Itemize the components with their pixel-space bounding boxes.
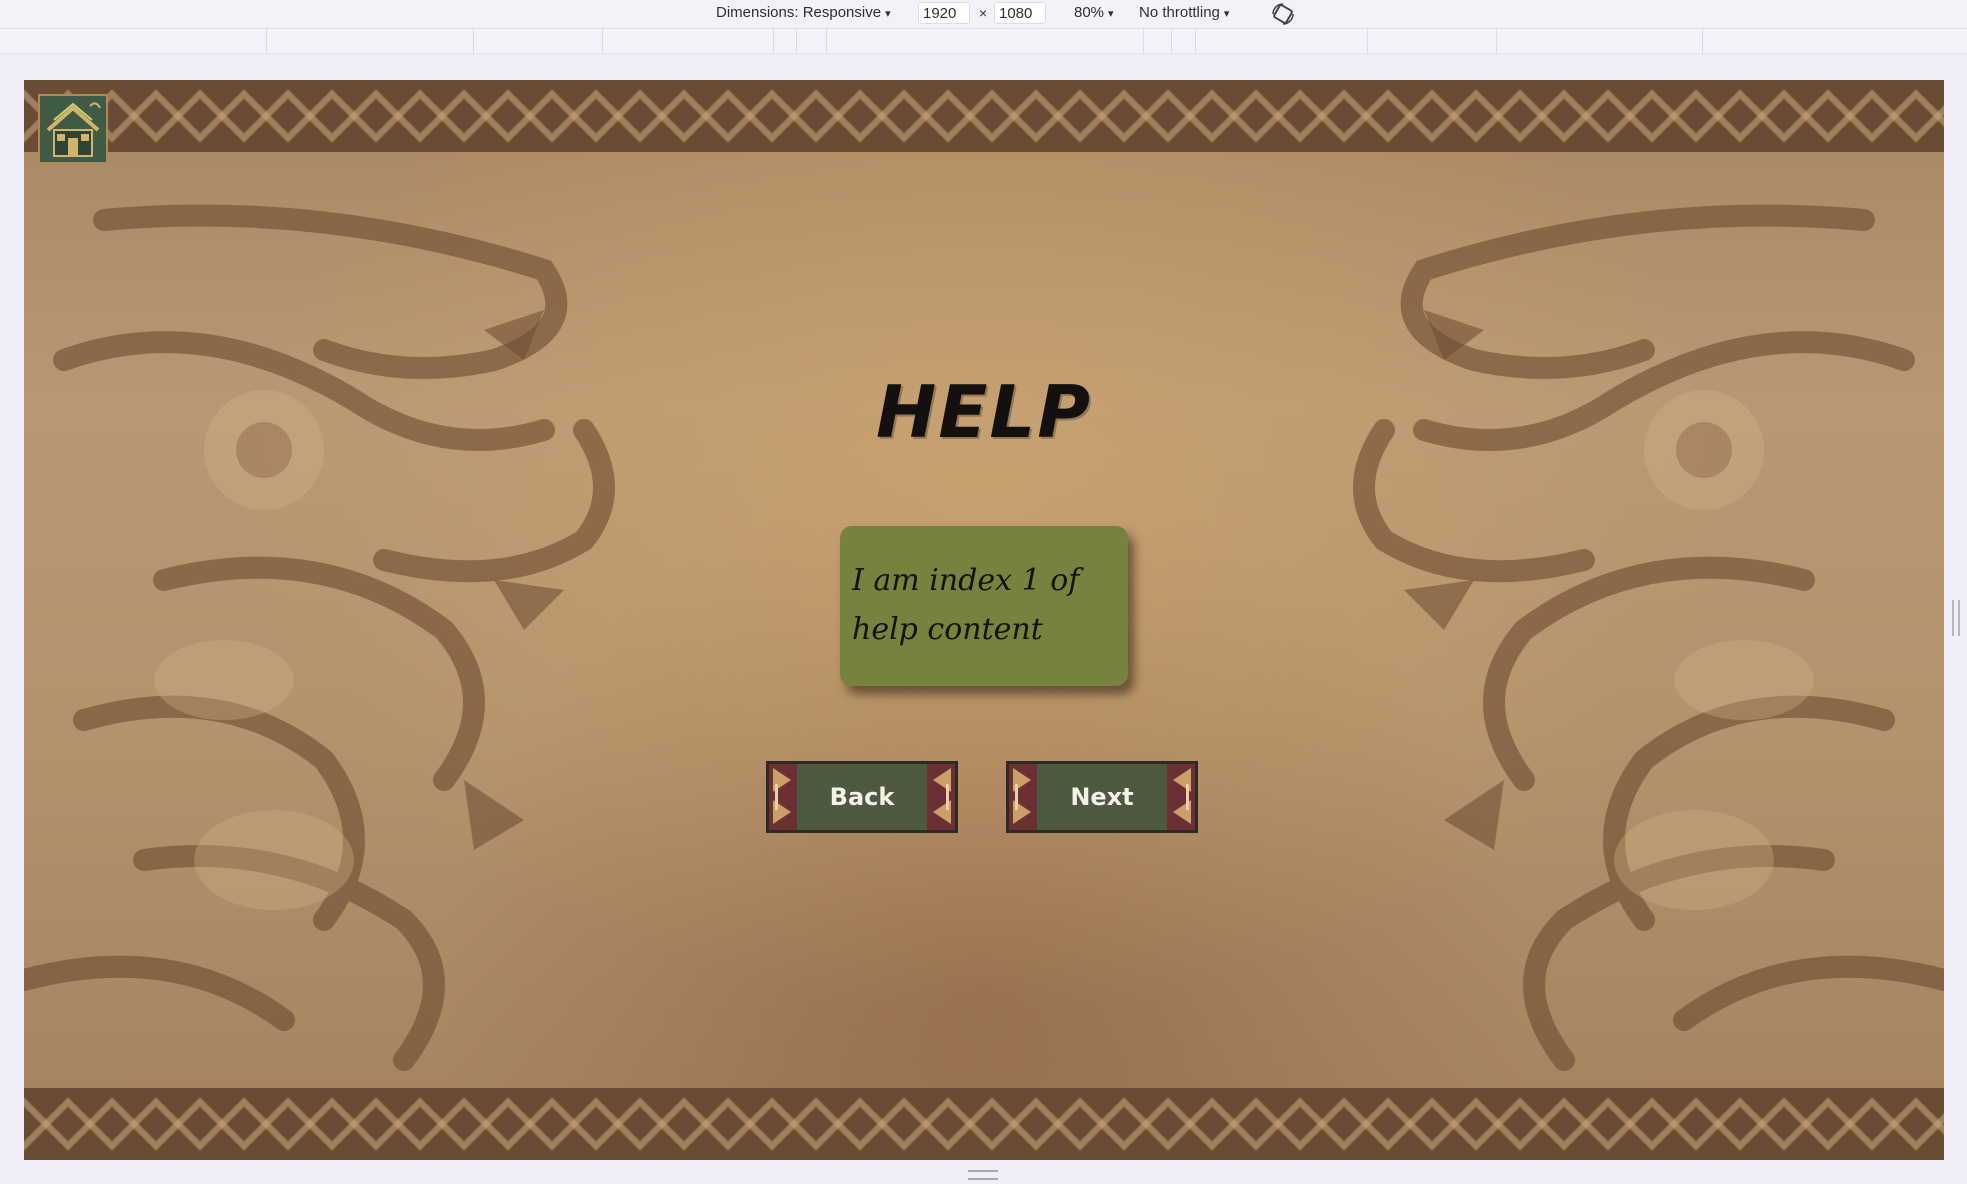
wolf-crest-left bbox=[24, 204, 615, 1071]
times-separator: × bbox=[979, 5, 988, 21]
top-zigzag-border bbox=[24, 80, 1944, 152]
devtools-toolbar: Dimensions: Responsive ▾ 1920 × 1080 80% ▾… bbox=[0, 0, 1967, 29]
resize-handle-bottom[interactable] bbox=[968, 1170, 998, 1180]
height-input[interactable]: 1080 bbox=[994, 2, 1046, 24]
rotate-icon[interactable] bbox=[1270, 1, 1296, 29]
back-button[interactable]: Back bbox=[766, 761, 958, 833]
chevron-border-icon bbox=[1167, 764, 1195, 830]
next-label: Next bbox=[1070, 783, 1134, 811]
width-input[interactable]: 1920 bbox=[918, 2, 970, 24]
throttling-dropdown[interactable]: No throttling ▾ bbox=[1139, 0, 1229, 28]
chevron-border-icon bbox=[769, 764, 797, 830]
resize-handle-right[interactable] bbox=[1952, 600, 1960, 636]
house-icon bbox=[46, 102, 101, 157]
zoom-label: 80% bbox=[1074, 4, 1105, 21]
help-content-card: I am index 1 of help content bbox=[840, 526, 1128, 686]
dimensions-dropdown[interactable]: Dimensions: Responsive ▾ bbox=[716, 0, 891, 28]
zoom-dropdown[interactable]: 80% ▾ bbox=[1074, 0, 1114, 28]
throttling-label: No throttling bbox=[1139, 4, 1220, 21]
help-content-text: I am index 1 of help content bbox=[852, 563, 1080, 647]
next-button[interactable]: Next bbox=[1006, 761, 1198, 833]
game-viewport: HELP I am index 1 of help content Back N… bbox=[24, 80, 1944, 1160]
chevron-border-icon bbox=[1009, 764, 1037, 830]
chevron-border-icon bbox=[927, 764, 955, 830]
chevron-down-icon: ▾ bbox=[1223, 8, 1230, 20]
dimensions-label: Dimensions: Responsive bbox=[716, 4, 882, 21]
media-query-ruler bbox=[0, 29, 1967, 54]
chevron-down-icon: ▾ bbox=[1108, 8, 1114, 20]
page-title: HELP bbox=[875, 370, 1093, 454]
chevron-down-icon: ▾ bbox=[885, 8, 891, 20]
back-label: Back bbox=[829, 783, 895, 811]
home-button[interactable] bbox=[38, 94, 108, 164]
wolf-crest-right bbox=[1353, 204, 1944, 1071]
